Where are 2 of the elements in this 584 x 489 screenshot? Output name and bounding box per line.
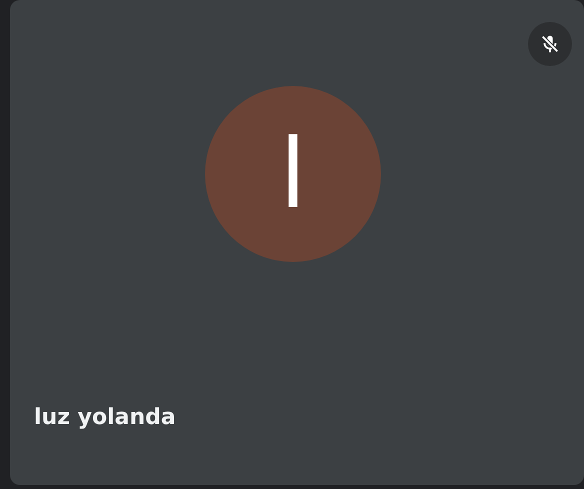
avatar-initial: l xyxy=(280,126,306,222)
participant-name: luz yolanda xyxy=(34,405,176,430)
